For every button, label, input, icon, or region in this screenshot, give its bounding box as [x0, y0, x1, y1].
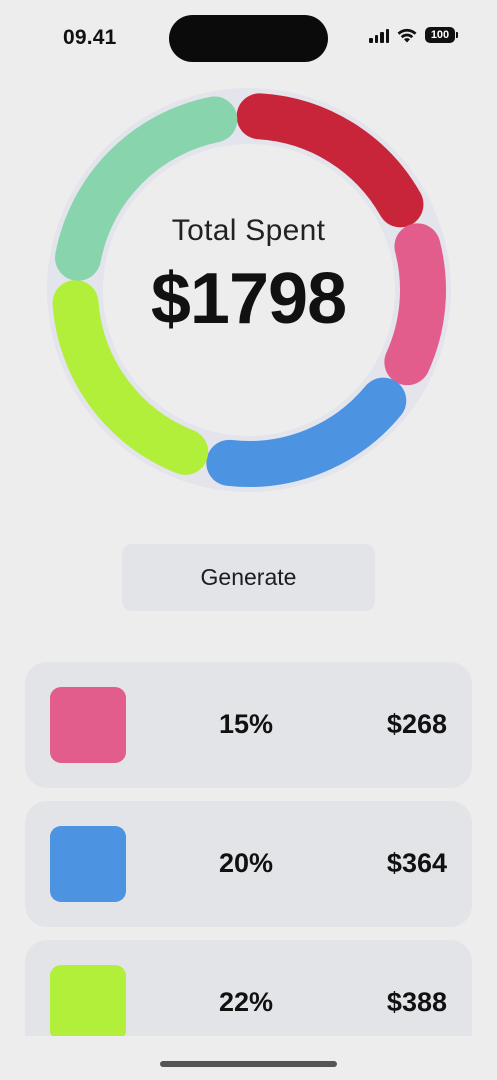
- category-percent: 15%: [219, 709, 274, 739]
- total-spent-label: Total Spent: [171, 214, 326, 247]
- category-color-swatch: [50, 687, 126, 763]
- category-color-swatch: [50, 965, 126, 1036]
- category-amount: $388: [386, 987, 447, 1017]
- category-amount: $364: [386, 848, 447, 878]
- generate-button[interactable]: Generate: [122, 544, 375, 611]
- category-percent: 22%: [219, 987, 274, 1017]
- category-row[interactable]: 20% $364: [25, 801, 472, 927]
- app-screen: 09.41 100 Total Spent $1798 Generate 15%…: [0, 0, 497, 1080]
- category-amount: $268: [386, 709, 447, 739]
- category-list[interactable]: 15% $268 20% $364 22% $388: [25, 662, 472, 1036]
- spending-donut-chart: Total Spent $1798: [0, 0, 497, 520]
- home-indicator[interactable]: [160, 1061, 337, 1067]
- category-percent: 20%: [219, 848, 274, 878]
- category-row[interactable]: 22% $388: [25, 940, 472, 1036]
- category-row[interactable]: 15% $268: [25, 662, 472, 788]
- total-spent-value: $1798: [150, 259, 347, 339]
- category-color-swatch: [50, 826, 126, 902]
